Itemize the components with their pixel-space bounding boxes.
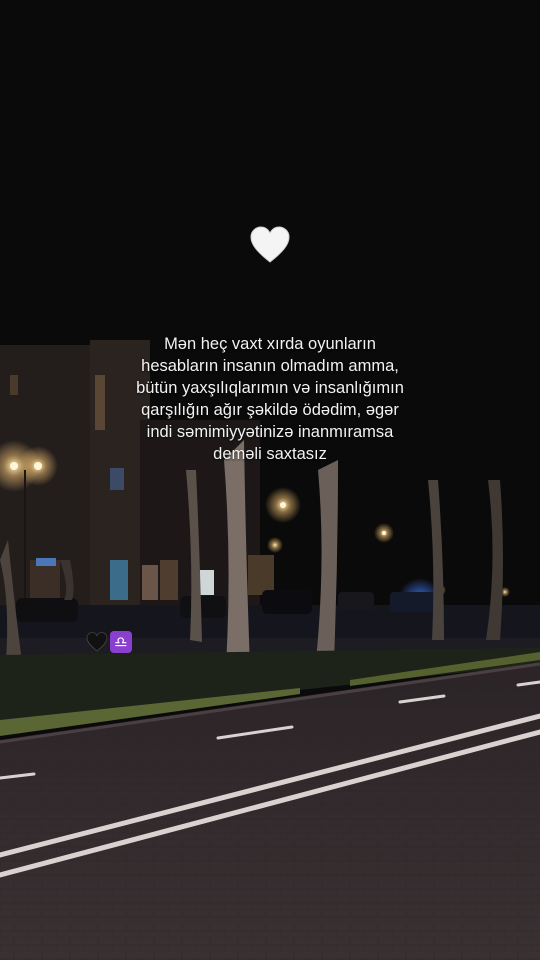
quote-line: indi səmimiyyətinizə inanmıramsa	[146, 423, 394, 441]
quote-line: qarşılığın ağır şəkildə ödədim, əgər	[141, 401, 399, 419]
quote-line: deməli saxtasız	[213, 445, 327, 463]
night-street-photo	[0, 0, 540, 960]
quote-line: hesabların insanın olmadım amma,	[141, 357, 399, 375]
quote-line: bütün yaxşılıqlarımın və insanlığımın	[136, 379, 404, 397]
quote-line: Mən heç vaxt xırda oyunların	[164, 335, 376, 353]
white-heart-icon	[250, 226, 290, 263]
story-quote: Mən heç vaxt xırda oyunların hesabların …	[90, 333, 450, 465]
black-heart-icon	[86, 632, 108, 652]
emoji-row: ♎	[86, 631, 132, 653]
libra-icon: ♎	[110, 631, 132, 653]
